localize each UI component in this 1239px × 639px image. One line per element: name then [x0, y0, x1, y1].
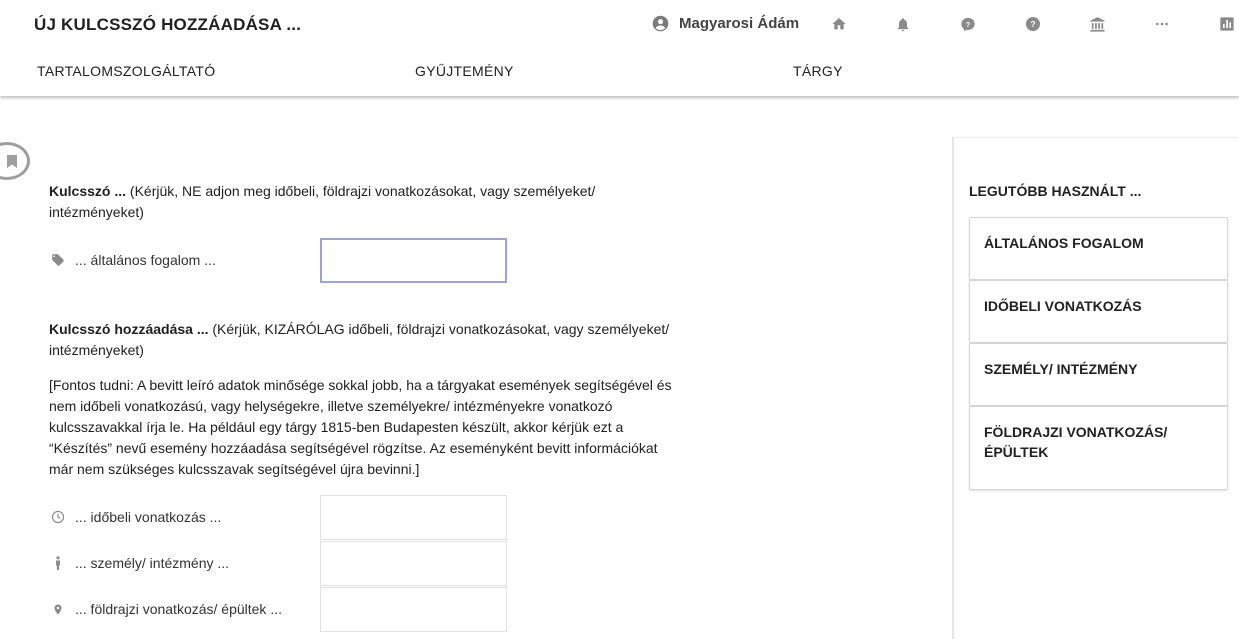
tab-object[interactable]: TÁRGY: [793, 63, 843, 79]
general-term-input[interactable]: [320, 238, 507, 283]
app-header: ÚJ KULCSSZÓ HOZZÁADÁSA ... Magyarosi Ádá…: [0, 0, 1239, 96]
recent-card-person[interactable]: SZEMÉLY/ INTÉZMÉNY: [969, 343, 1228, 406]
person-row: ... személy/ intézmény ...: [49, 541, 229, 585]
info-notice: [Fontos tudni: A bevitt leíró adatok min…: [49, 377, 672, 477]
recent-card-geo[interactable]: FÖLDRAJZI VONATKOZÁS/ ÉPÜLTEK: [969, 406, 1228, 490]
temporal-label: ... időbeli vonatkozás ...: [75, 509, 222, 525]
general-term-row: ... általános fogalom ...: [49, 238, 216, 282]
account-circle-icon: [652, 15, 669, 32]
user-name: Magyarosi Ádám: [679, 15, 800, 32]
svg-text:?: ?: [1030, 19, 1035, 29]
temporal-row: ... időbeli vonatkozás ...: [49, 495, 221, 539]
clock-icon: [49, 510, 67, 524]
general-term-label: ... általános fogalom ...: [75, 252, 216, 268]
geo-input[interactable]: [320, 587, 507, 632]
help-circle-icon[interactable]: ?: [1024, 15, 1042, 33]
add-keyword-section-title: Kulcsszó hozzáadása ... (Kérjük, KIZÁRÓL…: [49, 319, 689, 361]
keyword-title-bold: Kulcsszó ...: [49, 183, 127, 199]
bookmark-button[interactable]: [0, 142, 30, 180]
add-keyword-title-bold: Kulcsszó hozzáadása ...: [49, 321, 209, 337]
help-bubble-icon[interactable]: ?: [959, 15, 977, 33]
recent-card-temporal[interactable]: IDŐBELI VONATKOZÁS: [969, 280, 1228, 343]
recent-title: LEGUTÓBB HASZNÁLT ...: [969, 183, 1142, 199]
tab-content-provider[interactable]: TARTALOMSZOLGÁLTATÓ: [37, 63, 215, 79]
more-icon[interactable]: [1153, 15, 1171, 33]
recent-card-general[interactable]: ÁLTALÁNOS FOGALOM: [969, 217, 1228, 280]
bell-icon[interactable]: [894, 15, 912, 33]
keyword-section-title: Kulcsszó ... (Kérjük, NE adjon meg időbe…: [49, 181, 689, 223]
geo-label: ... földrajzi vonatkozás/ épültek ...: [75, 601, 282, 617]
tab-collection[interactable]: GYŰJTEMÉNY: [415, 63, 514, 79]
person-icon: [49, 556, 67, 570]
bookmark-icon: [7, 154, 17, 168]
page-title: ÚJ KULCSSZÓ HOZZÁADÁSA ...: [34, 15, 302, 34]
map-pin-icon: [49, 602, 67, 617]
keyword-title-hint: (Kérjük, NE adjon meg időbeli, földrajzi…: [49, 183, 596, 220]
museum-icon[interactable]: [1088, 15, 1106, 33]
user-menu[interactable]: Magyarosi Ádám: [652, 15, 799, 32]
person-input[interactable]: [320, 541, 507, 586]
temporal-input[interactable]: [320, 495, 507, 540]
tag-icon: [49, 253, 67, 267]
geo-row: ... földrajzi vonatkozás/ épültek ...: [49, 587, 282, 631]
home-icon[interactable]: [830, 15, 848, 33]
svg-text:?: ?: [966, 19, 971, 28]
chart-icon[interactable]: [1218, 15, 1236, 33]
person-label: ... személy/ intézmény ...: [75, 555, 230, 571]
